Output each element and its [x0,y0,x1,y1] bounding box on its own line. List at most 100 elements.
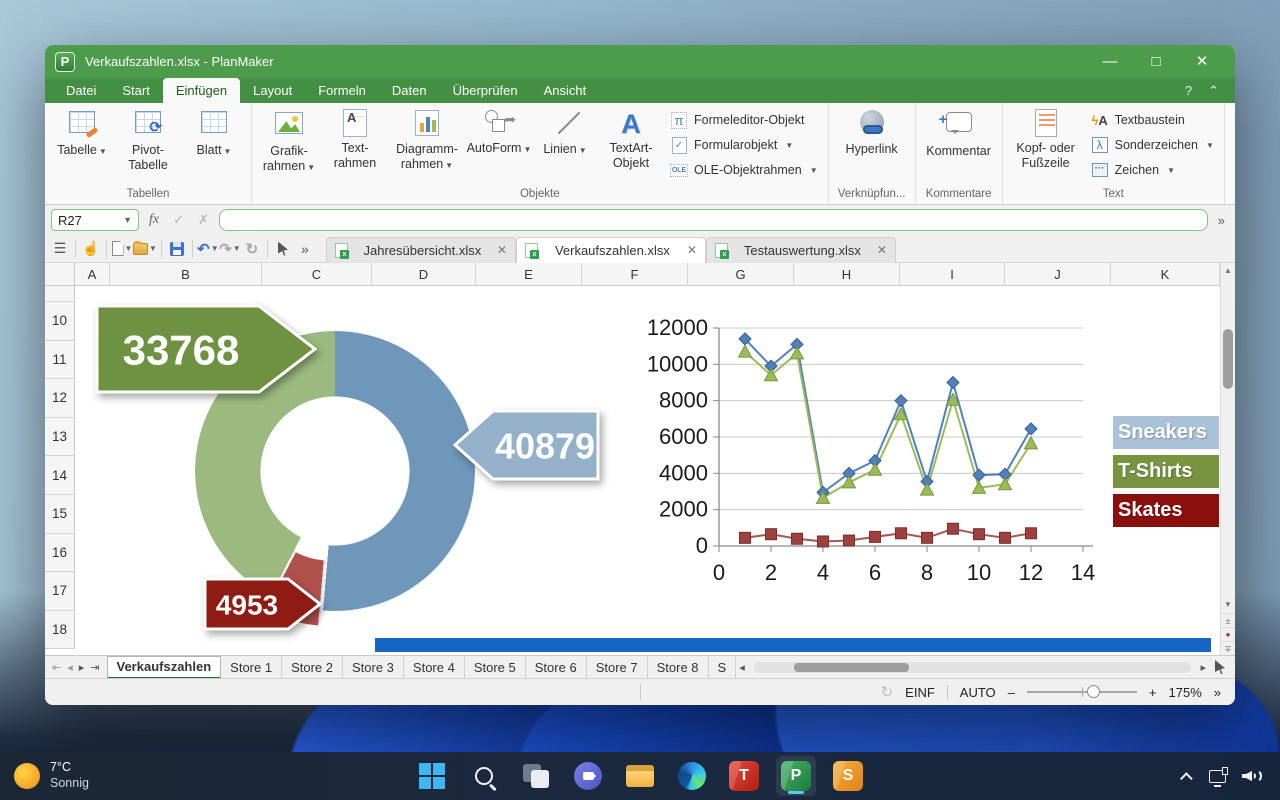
zeichen-button[interactable]: ··· Zeichen▼ [1091,160,1214,180]
sheet-tab-store-3[interactable]: Store 3 [343,656,404,679]
last-sheet-icon[interactable]: ⇥ [87,661,102,674]
taskbar-start-button[interactable] [412,756,452,796]
row-header-17[interactable]: 17 [45,572,75,611]
hscroll-left-icon[interactable]: ◂ [736,661,748,674]
column-header-B[interactable]: B [110,263,262,286]
zoom-level[interactable]: 175% [1169,685,1202,700]
insert-mode-indicator[interactable]: EINF [905,685,935,700]
undo-button[interactable]: ↶▼ [197,237,219,261]
formeleditor-objekt-button[interactable]: π Formeleditor-Objekt [670,110,818,130]
close-tab-icon[interactable]: ✕ [687,243,697,257]
sheet-tab-store-4[interactable]: Store 4 [404,656,465,679]
sheet-canvas[interactable]: 33768 40879 4953 02000400060008000100001… [75,286,1220,655]
new-document-button[interactable]: ▼ [111,237,133,261]
horizontal-scrollbar[interactable] [754,662,1192,673]
minimize-button[interactable]: — [1087,45,1133,78]
pivot-tabelle-button[interactable]: ⟳ Pivot-Tabelle [115,106,181,173]
name-box[interactable]: R27▼ [51,209,139,231]
linien-button[interactable]: Linien▼ [532,106,598,157]
row-header-13[interactable]: 13 [45,418,75,457]
menu-tab-daten[interactable]: Daten [379,78,440,103]
record-dot-icon[interactable]: ● [1221,627,1235,641]
select-objects-icon[interactable] [1209,655,1231,679]
redo-button[interactable]: ↷▼ [219,237,241,261]
menu-tab-layout[interactable]: Layout [240,78,305,103]
taskbar-search-button[interactable] [464,756,504,796]
zoom-in-button[interactable]: + [1149,685,1157,700]
column-header-K[interactable]: K [1111,263,1220,286]
sidebar-toggle-icon[interactable]: ☰ [49,237,71,261]
pan-hand-icon[interactable]: ☝ [80,237,102,261]
column-header-D[interactable]: D [372,263,476,286]
column-header-F[interactable]: F [582,263,688,286]
textbaustein-button[interactable]: ϟA Textbaustein [1091,110,1214,130]
select-pointer-icon[interactable] [272,237,294,261]
sheet-tab-store-6[interactable]: Store 6 [526,656,587,679]
taskbar-edge-button[interactable] [672,756,712,796]
network-icon[interactable] [1209,770,1226,783]
row-header-11[interactable]: 11 [45,341,75,380]
line-chart[interactable]: 02000400060008000100001200002468101214 [633,294,1105,616]
column-header-I[interactable]: I [900,263,1005,286]
document-tab[interactable]: Verkaufszahlen.xlsx✕ [516,237,706,263]
textart-button[interactable]: A TextArt-Objekt [598,106,664,171]
vertical-scrollbar[interactable]: ▲ ▼ ± ● ∓ [1220,263,1235,655]
sheet-tab-verkaufszahlen[interactable]: Verkaufszahlen [107,656,222,679]
column-header-C[interactable]: C [262,263,372,286]
zoom-slider-knob[interactable] [1087,685,1100,698]
scroll-down-icon[interactable]: ▼ [1224,597,1232,613]
ole-objektrahmen-button[interactable]: OLE OLE-Objektrahmen▼ [670,160,818,180]
formula-bar-overflow-icon[interactable]: » [1214,213,1229,228]
menu-tab-überprüfen[interactable]: Überprüfen [440,78,531,103]
repeat-button[interactable]: ↻ [241,237,263,261]
scroll-up-icon[interactable]: ▲ [1224,263,1232,279]
vscroll-thumb[interactable] [1223,329,1233,389]
row-header-16[interactable]: 16 [45,534,75,573]
formularobjekt-button[interactable]: ✓ Formularobjekt▼ [670,135,818,155]
kommentar-button[interactable]: + Kommentar [920,106,998,159]
menu-tab-einfügen[interactable]: Einfügen [163,78,240,103]
document-tab[interactable]: Jahresübersicht.xlsx✕ [326,237,516,263]
tray-chevron-up-icon[interactable] [1180,772,1193,785]
collapse-ribbon-button[interactable]: ⌃ [1208,83,1219,99]
sheet-tab-store-1[interactable]: Store 1 [221,656,282,679]
help-button[interactable]: ? [1185,83,1192,99]
menu-tab-ansicht[interactable]: Ansicht [531,78,600,103]
row-header-18[interactable]: 18 [45,611,75,650]
row-header-10[interactable]: 10 [45,302,75,341]
sheet-tab-store-8[interactable]: Store 8 [648,656,709,679]
close-button[interactable]: ✕ [1179,45,1225,78]
hyperlink-button[interactable]: Hyperlink [833,106,911,157]
open-document-button[interactable]: ▼ [133,237,157,261]
column-header-A[interactable]: A [75,263,110,286]
statusbar-overflow-icon[interactable]: » [1214,685,1221,700]
taskbar-planmaker-button[interactable]: P [776,756,816,796]
callout-sneakers[interactable]: 40879 [453,409,600,481]
name-box-dropdown-icon[interactable]: ▼ [123,215,132,225]
menu-tab-start[interactable]: Start [109,78,162,103]
toolbar-overflow-icon[interactable]: » [294,237,316,261]
close-tab-icon[interactable]: ✕ [877,243,887,257]
menu-tab-formeln[interactable]: Formeln [305,78,379,103]
prev-sheet-icon[interactable]: ◂ [64,661,76,674]
save-button[interactable] [166,237,188,261]
next-sheet-icon[interactable]: ▸ [76,661,88,674]
taskbar-chat-button[interactable] [568,756,608,796]
diagrammrahmen-button[interactable]: Diagramm-rahmen▼ [388,106,466,172]
column-header-G[interactable]: G [688,263,794,286]
autoform-button[interactable]: ➦ AutoForm▼ [466,106,532,156]
taskbar-weather-widget[interactable]: 7°C Sonnig [0,760,200,791]
menu-tab-datei[interactable]: Datei [53,78,109,103]
close-tab-icon[interactable]: ✕ [497,243,507,257]
row-header-partial[interactable] [45,286,75,302]
textrahmen-button[interactable]: A Text-rahmen [322,106,388,171]
hscroll-thumb[interactable] [794,663,909,672]
fx-icon[interactable]: fx [145,212,163,228]
taskbar-task-view-button[interactable] [516,756,556,796]
column-header-H[interactable]: H [794,263,900,286]
row-header-12[interactable]: 12 [45,379,75,418]
tabelle-button[interactable]: Tabelle▼ [49,106,115,158]
taskbar-file-explorer-button[interactable] [620,756,660,796]
cancel-icon[interactable]: ✗ [194,212,213,228]
hscroll-right-icon[interactable]: ▸ [1197,661,1209,674]
